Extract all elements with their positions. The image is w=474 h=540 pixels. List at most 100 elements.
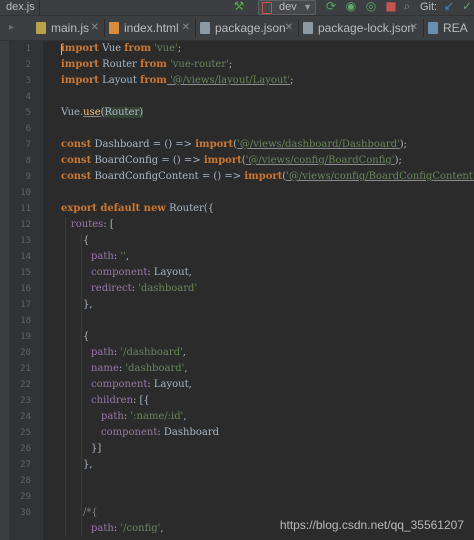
keyword-token: default	[96, 203, 141, 214]
code-line: const Dashboard = () => import('@/views/…	[61, 137, 407, 153]
keyword-token: import	[203, 155, 242, 166]
run-configuration-select[interactable]: dev ▼	[258, 0, 316, 15]
tab-divider	[104, 19, 105, 37]
keyword-token: from	[140, 59, 167, 70]
git-update-icon[interactable]: ↙	[442, 0, 456, 14]
tab-package-lock-json[interactable]: package-lock.json ✕	[300, 16, 422, 40]
line-number: 13	[20, 236, 31, 246]
property-token: routes	[71, 219, 104, 230]
tab-label: main.js	[51, 21, 90, 35]
line-number: 27	[20, 460, 31, 470]
property-token: children	[91, 395, 133, 406]
code-line: path: '/config',	[91, 521, 164, 537]
property-token: path	[91, 523, 114, 534]
code-line: component: Layout,	[91, 265, 192, 281]
npm-config-icon	[262, 2, 272, 14]
breadcrumb-file[interactable]: dex.js	[2, 0, 40, 15]
tab-label: package.json	[215, 21, 286, 35]
code-line: }]	[91, 441, 101, 457]
code-line: component: Layout,	[91, 377, 192, 393]
code-token: },	[83, 459, 93, 470]
code-token: },	[83, 299, 93, 310]
code-token: ,	[182, 347, 186, 358]
close-icon[interactable]: ✕	[285, 16, 293, 40]
tab-package-json[interactable]: package.json ✕	[197, 16, 297, 40]
line-number-gutter[interactable]: 1 2 3 4 5 6 7 8 9 10 11 12 13 14 15 16 1…	[9, 41, 56, 540]
code-line: },	[83, 457, 93, 473]
line-number: 24	[20, 412, 31, 422]
keyword-token: new	[140, 203, 166, 214]
property-token: name	[91, 363, 119, 374]
line-number: 22	[20, 380, 31, 390]
tab-divider	[195, 19, 196, 37]
function-token: use	[83, 107, 101, 118]
editor-tabs: ▸ main.js ✕ index.html ✕ package.json ✕ …	[0, 16, 474, 41]
keyword-token: import	[195, 139, 234, 150]
run-icon[interactable]: ⟳	[324, 0, 338, 14]
build-hammer-icon[interactable]: ⚒	[232, 0, 246, 14]
tab-divider	[423, 19, 424, 37]
keyword-token: import	[61, 59, 99, 70]
property-token: redirect	[91, 283, 132, 294]
code-editor[interactable]: import Vue from 'vue'; import Router fro…	[43, 41, 474, 540]
tab-label: package-lock.json	[318, 21, 415, 35]
keyword-token: from	[124, 43, 152, 54]
code-token: Router({	[165, 203, 215, 214]
code-line: {	[83, 233, 89, 249]
line-number: 2	[25, 60, 31, 70]
debug-icon[interactable]: ◉	[344, 0, 358, 14]
left-tool-strip	[0, 41, 9, 540]
indent-guide	[65, 217, 66, 537]
code-line: redirect: 'dashboard'	[91, 281, 197, 297]
code-line: const BoardConfigContent = () => import(…	[61, 169, 474, 185]
line-number: 26	[20, 444, 31, 454]
close-icon[interactable]: ✕	[410, 16, 418, 40]
property-token: path	[91, 251, 114, 262]
tab-index-html[interactable]: index.html ✕	[106, 16, 194, 40]
line-number: 9	[25, 172, 31, 182]
tab-readme[interactable]: REA	[425, 16, 474, 40]
line-number: 3	[25, 76, 31, 86]
code-token: Dashboard = () =>	[91, 139, 196, 150]
line-number: 5	[25, 108, 31, 118]
string-token: 'dashboard'	[125, 363, 185, 374]
tabs-scroll-icon[interactable]: ▸	[9, 21, 19, 35]
code-line: path: '/dashboard',	[91, 345, 186, 361]
code-token: {	[83, 235, 90, 246]
line-number: 7	[25, 140, 31, 150]
tab-label: REA	[443, 21, 468, 35]
code-token: : [{	[132, 395, 150, 406]
code-line: },	[83, 297, 93, 313]
code-line: path: ':name/:id',	[101, 409, 187, 425]
code-line: /*{	[83, 505, 98, 521]
string-token: '@/views/layout/Layout'	[166, 75, 291, 86]
line-number: 21	[20, 364, 31, 374]
code-token: ;	[228, 59, 233, 70]
code-line: children: [{	[91, 393, 150, 409]
tab-main-js[interactable]: main.js ✕	[33, 16, 103, 40]
property-token: component	[91, 267, 148, 278]
git-commit-icon[interactable]: ✓	[460, 0, 474, 14]
string-token: 'vue'	[151, 43, 178, 54]
property-token: component	[101, 427, 158, 438]
close-icon[interactable]: ✕	[182, 16, 190, 40]
keyword-token: export	[61, 203, 97, 214]
line-number: 12	[20, 220, 31, 230]
stop-icon[interactable]: ■	[384, 0, 398, 14]
code-line: import Vue from 'vue';	[61, 41, 181, 57]
line-number: 6	[25, 124, 31, 134]
keyword-token: from	[140, 75, 167, 86]
string-token: '@/views/dashboard/Dashboard'	[237, 139, 400, 150]
code-token: ,	[184, 363, 188, 374]
json-file-icon	[303, 22, 313, 34]
property-token: component	[91, 379, 148, 390]
line-number: 10	[20, 188, 31, 198]
coverage-icon[interactable]: ◎	[364, 0, 378, 14]
close-icon[interactable]: ✕	[91, 16, 99, 40]
keyword-token: const	[61, 171, 92, 182]
keyword-token: import	[61, 43, 99, 54]
search-everywhere-icon[interactable]: ⌕	[400, 0, 414, 14]
tab-divider	[298, 19, 299, 37]
git-label: Git:	[420, 1, 438, 13]
string-token: '@/views/config/BoardConfig'	[245, 155, 395, 166]
